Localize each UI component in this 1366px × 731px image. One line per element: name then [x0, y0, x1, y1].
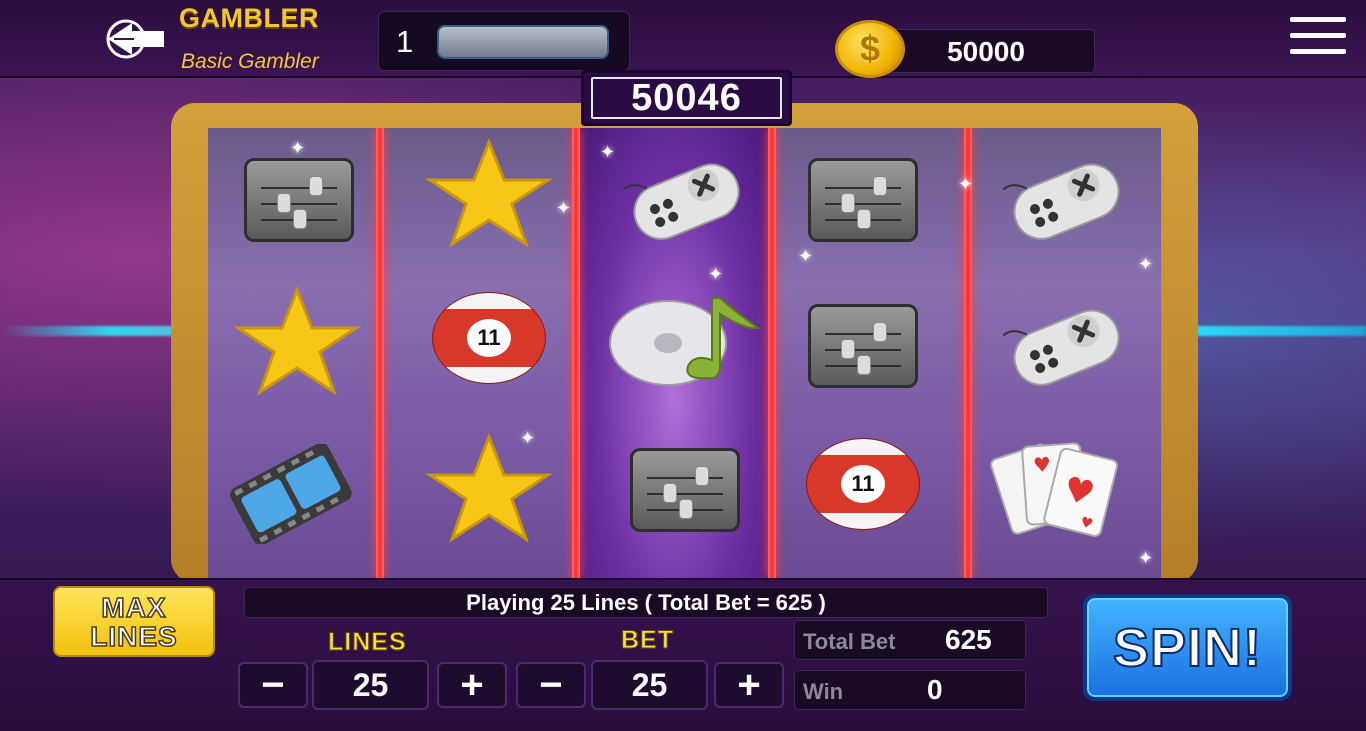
lines-value-box: 25	[312, 660, 429, 710]
xp-progress-fill	[439, 27, 607, 57]
minus-icon: −	[261, 663, 285, 707]
spin-label: SPIN!	[1112, 617, 1263, 679]
sparkle-icon: ✦	[520, 428, 536, 448]
sparkle-icon: ✦	[1138, 254, 1154, 274]
jackpot-display: 50046	[581, 70, 792, 126]
bet-value-box: 25	[591, 660, 708, 710]
spin-button[interactable]: SPIN!	[1083, 594, 1292, 701]
menu-line	[1290, 17, 1346, 22]
bet-increase-button[interactable]: +	[714, 662, 784, 708]
playing-cards-icon: ♣ ♥ ♥♥	[978, 416, 1128, 556]
win-label: Win	[803, 679, 844, 704]
reel-divider	[572, 128, 580, 578]
plus-icon: +	[460, 663, 484, 707]
star-icon	[414, 128, 564, 263]
win-box: Win 0	[794, 670, 1026, 710]
coin-icon[interactable]: $	[835, 20, 905, 78]
bet-value: 25	[631, 666, 668, 703]
total-bet-label: Total Bet	[803, 629, 896, 654]
max-lines-label-top: MAX	[101, 591, 167, 623]
reels-area: 11 11 ♥ ♥ ♥ ✦ ✦ ✦ ✦ ✦ ✦ ✦ ✦ ✦	[208, 128, 1161, 578]
reel-divider	[376, 128, 384, 578]
back-arrow-icon	[106, 19, 164, 59]
player-name: GAMBLER	[179, 3, 319, 33]
star-icon	[222, 271, 372, 411]
back-button[interactable]	[104, 18, 168, 60]
billiard-ball-11-icon: 11	[414, 268, 564, 408]
max-lines-button[interactable]: MAX LINES	[53, 586, 215, 657]
bet-label: BET	[621, 626, 674, 655]
total-bet-value: 625	[945, 624, 992, 655]
bet-decrease-button[interactable]: −	[516, 662, 586, 708]
mixer-icon	[788, 276, 938, 416]
max-lines-label-bottom: LINES	[90, 620, 178, 652]
star-icon	[414, 418, 564, 558]
ball-number: 11	[467, 319, 511, 357]
billiard-ball-11-icon: 11	[788, 414, 938, 554]
sparkle-icon: ✦	[798, 246, 814, 266]
music-disc-icon	[602, 268, 770, 408]
gamepad-icon	[610, 128, 760, 268]
total-bet-box: Total Bet 625	[794, 620, 1026, 660]
level-box: 1	[378, 11, 630, 71]
hamburger-menu-button[interactable]	[1290, 17, 1346, 61]
sparkle-icon: ✦	[600, 142, 616, 162]
mixer-icon	[610, 420, 760, 560]
xp-progress-bar	[437, 25, 609, 59]
sparkle-icon: ✦	[1138, 548, 1154, 568]
sparkle-icon: ✦	[290, 138, 306, 158]
ball-number: 11	[841, 465, 885, 503]
plus-icon: +	[737, 663, 761, 707]
jackpot-frame: 50046	[591, 77, 782, 119]
player-rank: Basic Gambler	[181, 50, 319, 73]
reel-divider	[964, 128, 972, 578]
sparkle-icon: ✦	[708, 264, 724, 284]
status-bar: Playing 25 Lines ( Total Bet = 625 )	[244, 587, 1048, 618]
lines-decrease-button[interactable]: −	[238, 662, 308, 708]
lines-increase-button[interactable]: +	[437, 662, 507, 708]
gamepad-icon	[990, 128, 1140, 268]
lines-value: 25	[352, 666, 389, 703]
coin-symbol: $	[859, 28, 881, 69]
minus-icon: −	[539, 663, 563, 707]
menu-line	[1290, 49, 1346, 54]
level-number: 1	[396, 24, 414, 59]
menu-line	[1290, 33, 1346, 38]
coin-balance-box: 50000	[890, 29, 1095, 73]
sparkle-icon: ✦	[958, 174, 974, 194]
sparkle-icon: ✦	[556, 198, 572, 218]
jackpot-value: 50046	[631, 76, 742, 119]
gamepad-icon	[990, 274, 1140, 414]
svg-text:♥: ♥	[1032, 452, 1052, 477]
film-icon	[216, 424, 366, 564]
win-value: 0	[927, 674, 943, 705]
coin-balance: 50000	[947, 36, 1025, 67]
lines-label: LINES	[328, 628, 407, 657]
status-text: Playing 25 Lines ( Total Bet = 625 )	[466, 589, 826, 615]
